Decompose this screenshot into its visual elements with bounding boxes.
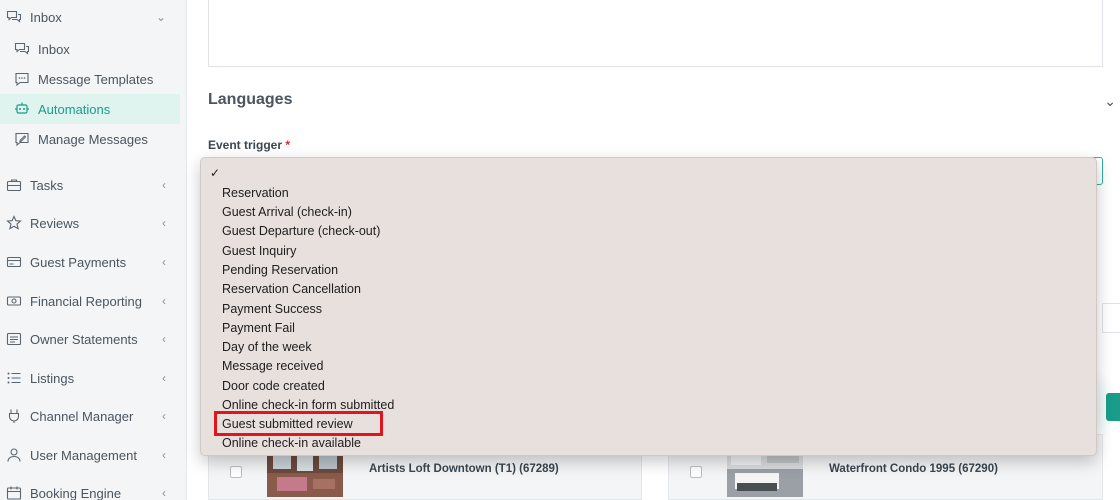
sidebar-item-tasks[interactable]: Tasks ‹ [0, 170, 180, 200]
credit-card-icon [6, 254, 22, 270]
sidebar-item-inbox-group[interactable]: Inbox ⌄ [0, 2, 180, 32]
sidebar-item-label: Owner Statements [30, 331, 138, 347]
sidebar-item-financial-reporting[interactable]: Financial Reporting ‹ [0, 286, 180, 316]
chevron-left-icon: ‹ [162, 371, 166, 385]
sidebar-item-user-management[interactable]: User Management ‹ [0, 440, 180, 470]
sidebar-item-guest-payments[interactable]: Guest Payments ‹ [0, 247, 180, 277]
chevron-left-icon: ‹ [162, 294, 166, 308]
statement-icon [6, 331, 22, 347]
listing-name: Waterfront Condo 1995 (67290) [829, 463, 998, 475]
money-icon [6, 293, 22, 309]
dropdown-option-reservation[interactable]: Reservation [222, 186, 289, 200]
sidebar-item-automations[interactable]: Automations [0, 94, 180, 124]
chevron-left-icon: ‹ [162, 178, 166, 192]
dropdown-option-guest-arrival[interactable]: Guest Arrival (check-in) [222, 205, 352, 219]
sidebar-item-label: Automations [38, 101, 111, 117]
list-icon [6, 370, 22, 386]
sidebar-item-label: Inbox [30, 9, 62, 25]
event-trigger-label: Event trigger * [208, 138, 290, 152]
message-textarea[interactable] [208, 0, 1103, 67]
dropdown-option-door-code-created[interactable]: Door code created [222, 379, 325, 393]
dropdown-option-day-of-week[interactable]: Day of the week [222, 340, 312, 354]
sidebar-item-booking-engine[interactable]: Booking Engine ‹ [0, 478, 180, 500]
user-icon [6, 447, 22, 463]
sidebar-item-inbox[interactable]: Inbox [0, 34, 180, 64]
sidebar-item-owner-statements[interactable]: Owner Statements ‹ [0, 324, 180, 354]
listing-checkbox[interactable] [230, 466, 242, 478]
chat-bubbles-icon [6, 9, 22, 25]
highlight-box [214, 411, 383, 436]
sidebar-item-label: Guest Payments [30, 254, 127, 270]
booking-icon [6, 485, 22, 500]
event-trigger-dropdown[interactable]: ✓ Reservation Guest Arrival (check-in) G… [200, 157, 1097, 456]
chevron-left-icon: ‹ [162, 216, 166, 230]
sidebar-item-label: Manage Messages [38, 131, 148, 147]
chevron-left-icon: ‹ [162, 332, 166, 346]
sidebar-item-label: Listings [30, 370, 75, 386]
listing-checkbox[interactable] [690, 466, 702, 478]
sidebar-item-reviews[interactable]: Reviews ‹ [0, 208, 180, 238]
chevron-left-icon: ‹ [162, 448, 166, 462]
event-trigger-label-text: Event trigger [208, 138, 283, 152]
dropdown-option-guest-inquiry[interactable]: Guest Inquiry [222, 244, 296, 258]
sidebar-item-label: Financial Reporting [30, 293, 143, 309]
languages-title: Languages [208, 91, 293, 108]
dropdown-option-online-checkin-form-submitted[interactable]: Online check-in form submitted [222, 398, 394, 412]
save-button[interactable] [1106, 393, 1120, 421]
briefcase-icon [6, 177, 22, 193]
sidebar-item-label: Inbox [38, 41, 70, 57]
dropdown-option-message-received[interactable]: Message received [222, 359, 323, 373]
chevron-left-icon: ‹ [162, 409, 166, 423]
sidebar-item-listings[interactable]: Listings ‹ [0, 363, 180, 393]
sidebar-item-label: Booking Engine [30, 485, 122, 500]
side-input-field[interactable] [1102, 303, 1120, 333]
chat-bubbles-icon [14, 41, 30, 57]
listing-name: Artists Loft Downtown (T1) (67289) [369, 463, 559, 475]
plug-icon [6, 408, 22, 424]
sidebar-item-label: Message Templates [38, 71, 154, 87]
chevron-left-icon: ‹ [162, 486, 166, 500]
sidebar-item-label: User Management [30, 447, 137, 463]
dropdown-option-pending-reservation[interactable]: Pending Reservation [222, 263, 338, 277]
checkmark-icon: ✓ [210, 166, 221, 180]
chevron-down-icon[interactable]: ⌄ [1104, 93, 1116, 110]
manage-messages-icon [14, 131, 30, 147]
sidebar-item-message-templates[interactable]: Message Templates [0, 64, 180, 94]
message-template-icon [14, 71, 30, 87]
dropdown-option-guest-departure[interactable]: Guest Departure (check-out) [222, 224, 380, 238]
chevron-down-icon: ⌄ [155, 10, 166, 24]
automations-icon [14, 101, 30, 117]
dropdown-option-reservation-cancellation[interactable]: Reservation Cancellation [222, 282, 361, 296]
sidebar: Inbox ⌄ Inbox Message Templates Automati… [0, 0, 187, 500]
dropdown-option-online-checkin-available[interactable]: Online check-in available [222, 436, 361, 450]
chevron-left-icon: ‹ [162, 255, 166, 269]
sidebar-item-channel-manager[interactable]: Channel Manager ‹ [0, 401, 180, 431]
required-asterisk: * [285, 138, 291, 152]
star-icon [6, 215, 22, 231]
dropdown-option-payment-success[interactable]: Payment Success [222, 302, 322, 316]
dropdown-option-payment-fail[interactable]: Payment Fail [222, 321, 295, 335]
sidebar-item-label: Tasks [30, 177, 64, 193]
sidebar-item-label: Channel Manager [30, 408, 134, 424]
sidebar-item-manage-messages[interactable]: Manage Messages [0, 124, 180, 154]
sidebar-item-label: Reviews [30, 215, 80, 231]
